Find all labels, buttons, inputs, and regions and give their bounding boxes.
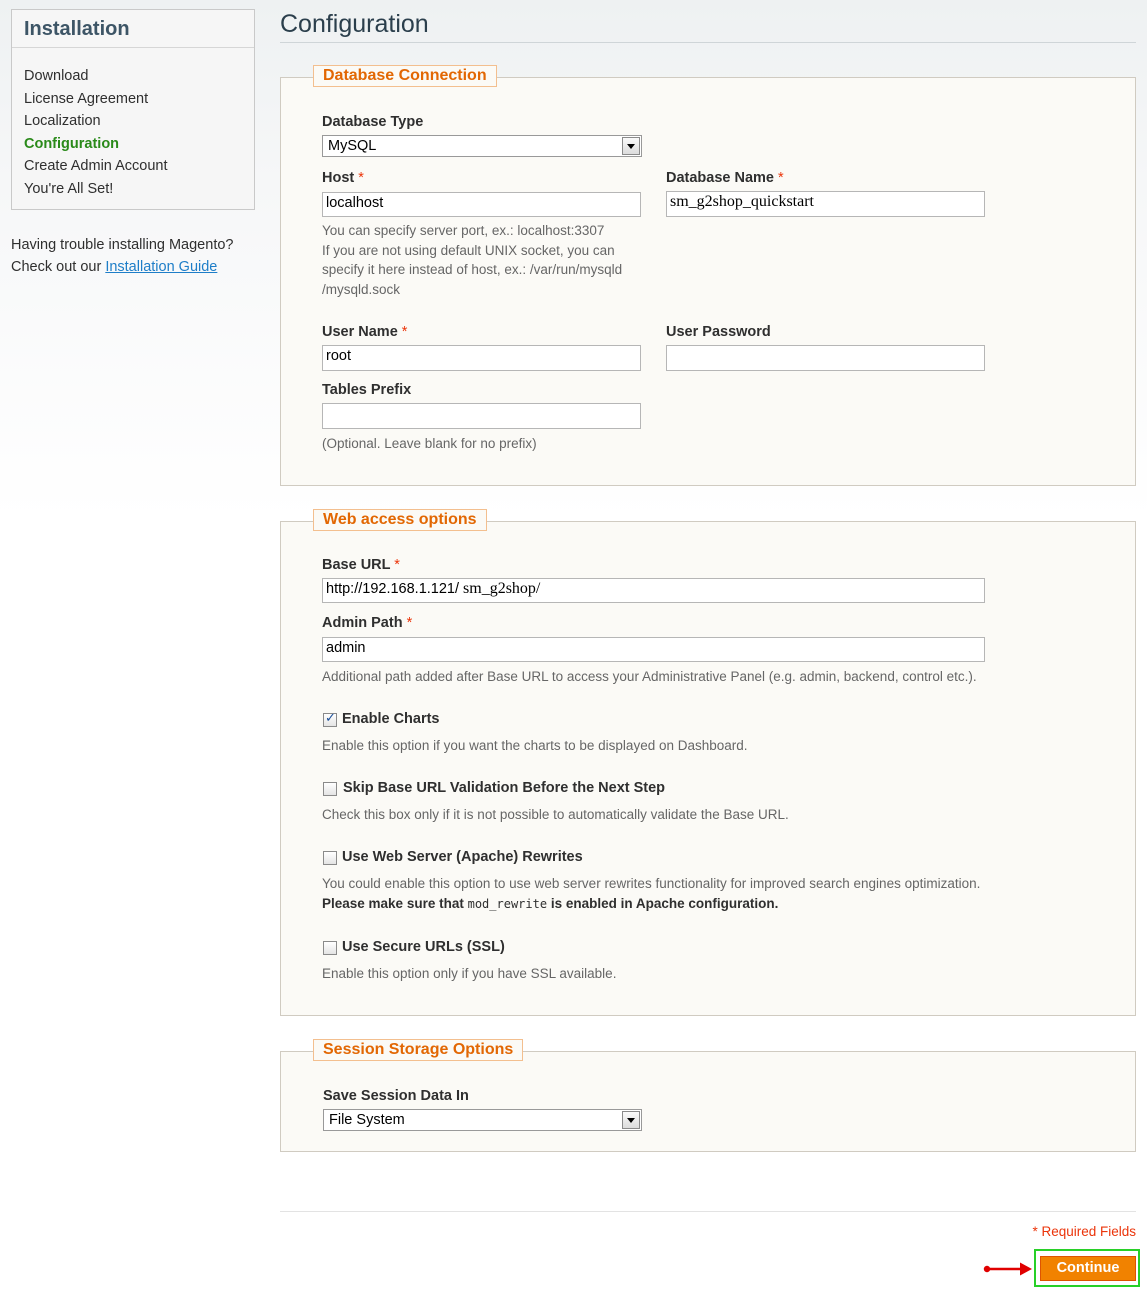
- tables-prefix-input[interactable]: [322, 403, 641, 429]
- base-url-input[interactable]: http://192.168.1.121/ sm_g2shop/: [322, 578, 985, 603]
- user-name-label: User Name *: [322, 324, 408, 340]
- step-all-set: You're All Set!: [24, 180, 114, 197]
- help-line: Check out our Installation Guide: [11, 256, 261, 278]
- web-access-legend: Web access options: [313, 509, 487, 531]
- required-mark: *: [401, 324, 408, 340]
- skip-url-validation-checkbox[interactable]: [323, 782, 337, 796]
- enable-charts-checkbox[interactable]: [323, 711, 337, 727]
- chevron-down-icon[interactable]: [622, 137, 640, 155]
- database-connection-legend: Database Connection: [313, 65, 497, 87]
- tables-prefix-label: Tables Prefix: [322, 382, 412, 398]
- web-server-rewrites-note: You could enable this option to use web …: [322, 876, 981, 911]
- arrow-right-icon: [983, 1262, 1032, 1276]
- database-type-value: MySQL: [328, 138, 377, 154]
- installation-guide-link[interactable]: Installation Guide: [105, 259, 217, 275]
- step-download: Download: [24, 68, 89, 84]
- skip-url-validation-label: Skip Base URL Validation Before the Next…: [343, 780, 666, 796]
- help-prefix: Check out our: [11, 259, 102, 275]
- title-divider: [280, 42, 1136, 43]
- installer-page: Installation Download License Agreement …: [0, 0, 1147, 1296]
- step-configuration: Configuration: [24, 135, 120, 152]
- required-mark: *: [358, 170, 364, 186]
- web-server-rewrites-checkbox[interactable]: [323, 851, 337, 865]
- admin-path-label: Admin Path *: [322, 615, 413, 631]
- step-license-agreement: License Agreement: [24, 90, 149, 107]
- session-storage-select[interactable]: File System: [323, 1109, 642, 1131]
- skip-url-validation-note: Check this box only if it is not possibl…: [322, 807, 789, 822]
- step-create-admin-account: Create Admin Account: [24, 158, 168, 174]
- required-mark: *: [778, 170, 784, 186]
- database-type-select[interactable]: MySQL: [322, 135, 642, 157]
- session-storage-fieldset: Session Storage Options Save Session Dat…: [280, 1039, 1136, 1152]
- session-storage-label: Save Session Data In: [323, 1088, 469, 1104]
- admin-path-input[interactable]: admin: [322, 637, 985, 662]
- host-note: You can specify server port, ex.: localh…: [322, 223, 623, 297]
- step-localization: Localization: [24, 113, 101, 129]
- web-access-fieldset: Web access options Base URL * http://192…: [280, 509, 1136, 1016]
- secure-urls-label: Use Secure URLs (SSL): [342, 939, 505, 955]
- host-label: Host *: [322, 170, 364, 186]
- web-server-rewrites-label: Use Web Server (Apache) Rewrites: [342, 849, 583, 865]
- database-name-input[interactable]: sm_g2shop_quickstart: [666, 191, 985, 217]
- help-box: Having trouble installing Magento? Check…: [11, 234, 261, 278]
- admin-path-note: Additional path added after Base URL to …: [322, 669, 977, 684]
- required-mark: *: [394, 557, 400, 573]
- tables-prefix-note: (Optional. Leave blank for no prefix): [322, 436, 537, 451]
- footer-divider: [280, 1211, 1136, 1212]
- enable-charts-label: Enable Charts: [342, 711, 440, 727]
- database-name-label: Database Name *: [666, 170, 784, 186]
- session-storage-legend: Session Storage Options: [313, 1039, 524, 1061]
- help-text: Having trouble installing Magento?: [11, 237, 234, 253]
- required-mark: *: [406, 615, 413, 631]
- steps-list: Download License Agreement Localization …: [12, 48, 254, 200]
- user-name-input[interactable]: root: [322, 345, 641, 371]
- secure-urls-note: Enable this option only if you have SSL …: [322, 966, 617, 981]
- user-password-label: User Password: [666, 324, 771, 340]
- session-storage-value: File System: [329, 1112, 405, 1128]
- database-connection-fieldset: Database Connection Database Type MySQL …: [280, 65, 1136, 486]
- continue-button[interactable]: Continue: [1040, 1256, 1136, 1281]
- secure-urls-checkbox[interactable]: [323, 941, 337, 955]
- user-password-input[interactable]: [666, 345, 985, 371]
- sidebar-title: Installation: [12, 10, 254, 48]
- page-title: Configuration: [280, 10, 429, 38]
- enable-charts-note: Enable this option if you want the chart…: [322, 738, 748, 753]
- installation-steps-panel: Installation Download License Agreement …: [11, 9, 255, 210]
- host-input[interactable]: localhost: [322, 192, 641, 217]
- required-fields-note: * Required Fields: [1032, 1224, 1136, 1239]
- database-type-label: Database Type: [322, 114, 424, 130]
- base-url-label: Base URL *: [322, 557, 400, 573]
- chevron-down-icon[interactable]: [622, 1111, 640, 1129]
